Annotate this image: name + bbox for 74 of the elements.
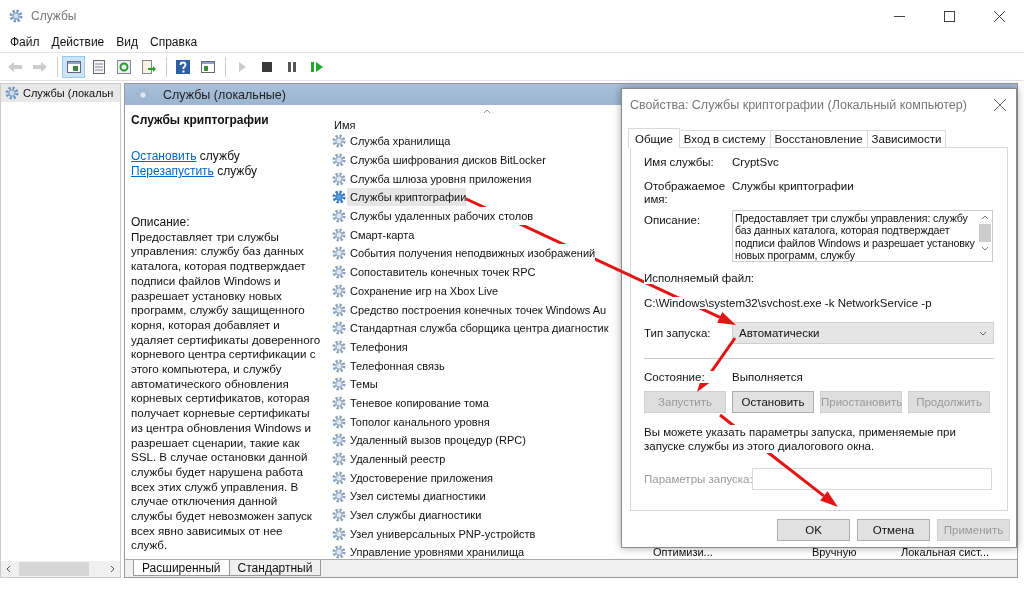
service-button[interactable]: Остановить <box>732 391 814 413</box>
gear-icon <box>331 338 347 355</box>
gear-icon <box>331 189 347 206</box>
action-line: Перезапустить службу <box>131 164 259 179</box>
menu-item[interactable]: Файл <box>4 35 46 49</box>
gear-icon <box>4 85 20 101</box>
field-value: CryptSvc <box>732 156 779 168</box>
dialog-button[interactable]: Отмена <box>857 519 930 541</box>
dialog-tab[interactable]: Вход в систему <box>678 130 771 147</box>
gear-icon <box>331 451 347 468</box>
scroll-up-icon[interactable] <box>981 215 989 220</box>
pane-title: Службы (локальные) <box>163 87 286 102</box>
action-link[interactable]: Перезапустить <box>131 164 214 178</box>
scroll-right-icon[interactable] <box>108 565 116 573</box>
service-name[interactable]: Службы криптографии <box>347 188 467 207</box>
description-text: Предоставляет три службы управления: службу баз данных каталога, которая подтверждает подписи файлов Windows и разрешает установку новых программ, службу защищенного корня, которая добавляет и удаляет сертификаты доверенного корневого центра сертификации с этого компьютера, и службу автоматического обновления корневых сертификатов, которая получает корневые сертификаты из центра обновления Windows и разрешает сценарии, такие как SSL. В случае остановки данной службы будет нарушена работа всех этих служб управления. В случае отключения данной службы будет невозможен запуск всех явно зависимых от нее служб. <box>131 229 321 554</box>
gear-icon <box>331 544 347 559</box>
menu-item[interactable]: Вид <box>110 35 144 49</box>
action-line: Остановить службу <box>131 149 241 164</box>
scrollbar-thumb[interactable] <box>979 224 991 242</box>
gear-icon <box>8 8 24 24</box>
field-value: Службы криптографии <box>732 180 854 192</box>
menu-item[interactable]: Действие <box>45 35 111 49</box>
field-value: Выполняется <box>732 371 803 383</box>
table-cell-text: Локальная сист... <box>901 546 990 559</box>
tree-item[interactable]: Службы (локальн <box>1 84 120 102</box>
gear-icon <box>331 357 347 374</box>
dialog-tab[interactable]: Общие <box>628 128 680 148</box>
scroll-left-icon[interactable] <box>5 565 13 573</box>
action-link[interactable]: Остановить <box>131 149 197 163</box>
gear-icon <box>331 320 347 337</box>
gear-icon <box>331 394 347 411</box>
gear-icon <box>331 282 347 299</box>
service-title: Службы криптографии <box>131 113 270 127</box>
chevron-down-icon <box>979 330 987 336</box>
gear-icon <box>331 413 347 430</box>
dialog-tab[interactable]: Зависимости <box>866 130 947 147</box>
view-tab[interactable]: Расширенный <box>133 560 230 576</box>
gear-icon <box>331 170 347 187</box>
table-cell-text: Оптимизи... <box>652 546 714 559</box>
sort-caret-icon <box>483 109 491 114</box>
gear-icon <box>331 301 347 318</box>
gear-icon <box>331 152 347 169</box>
dialog-button[interactable]: OK <box>777 519 850 541</box>
gear-icon <box>331 264 347 281</box>
window-title: Службы <box>31 9 77 23</box>
field-label: Отображаемое имя: <box>644 180 728 206</box>
description-label: Описание: <box>131 215 191 230</box>
scrollbar-thumb[interactable] <box>19 562 89 576</box>
console-tree-icon[interactable] <box>62 55 85 78</box>
service-name[interactable]: События получения неподвижных изображений <box>347 244 596 263</box>
view-tab[interactable]: Стандартный <box>228 560 322 576</box>
gear-icon <box>331 432 347 449</box>
close-icon[interactable] <box>994 10 1005 22</box>
gear-icon <box>331 376 347 393</box>
gear-icon <box>331 507 347 524</box>
maximize-icon[interactable] <box>944 10 955 22</box>
gear-icon <box>331 245 347 262</box>
field-label: Параметры запуска: <box>644 473 752 485</box>
gear-icon <box>331 525 347 542</box>
description-field[interactable]: Предоставляет три службы управления: службу баз данных каталога, которая подтверждает подписи файлов Windows и разрешает установку новых программ, службу <box>732 210 993 262</box>
menu-item[interactable]: Справка <box>144 35 204 49</box>
dialog-title: Свойства: Службы криптографии (Локальный компьютер) <box>630 98 968 112</box>
gear-icon <box>331 469 347 486</box>
column-header[interactable]: Имя <box>331 119 356 131</box>
gear-icon <box>331 226 347 243</box>
gear-icon <box>331 488 347 505</box>
close-icon[interactable] <box>994 99 1006 111</box>
scroll-down-icon[interactable] <box>981 246 989 251</box>
startup-type-dropdown[interactable]: Автоматически <box>732 322 994 344</box>
gear-icon <box>331 133 347 150</box>
gear-icon <box>331 208 347 225</box>
service-name[interactable]: Службы удаленных рабочих столов <box>347 207 534 226</box>
table-cell-text: Вручную <box>812 546 858 559</box>
